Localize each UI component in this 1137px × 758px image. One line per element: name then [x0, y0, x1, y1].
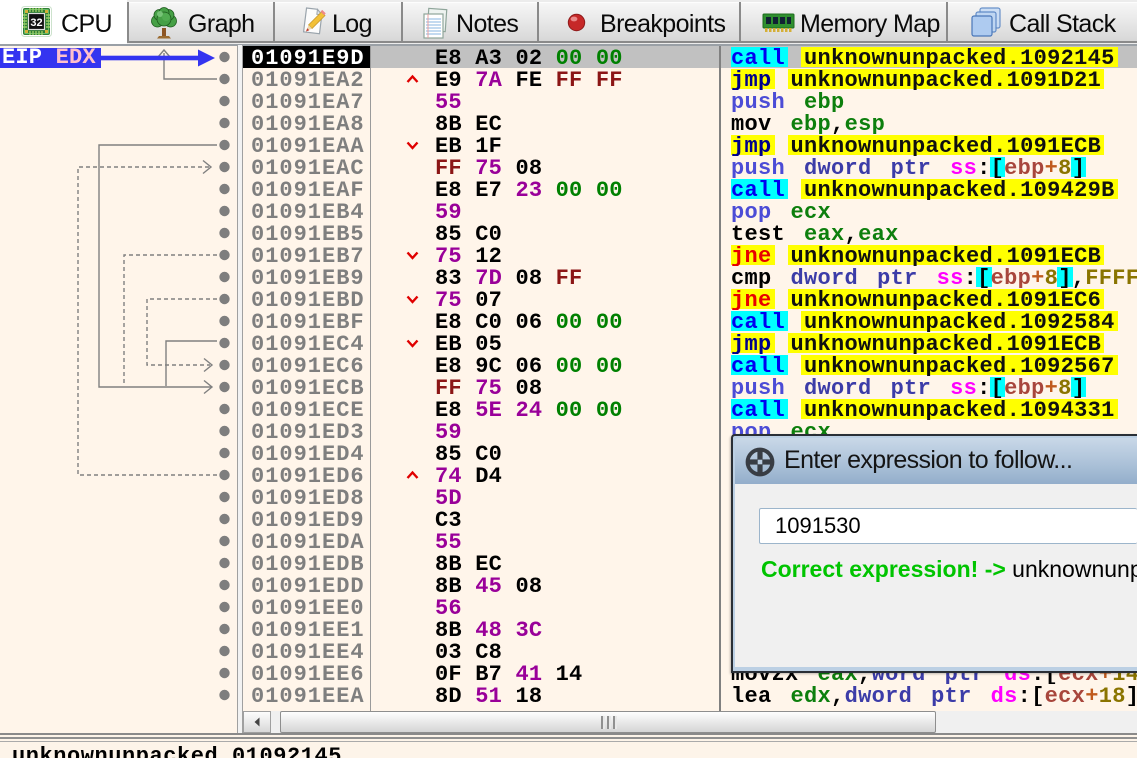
- svg-text:32: 32: [30, 17, 42, 29]
